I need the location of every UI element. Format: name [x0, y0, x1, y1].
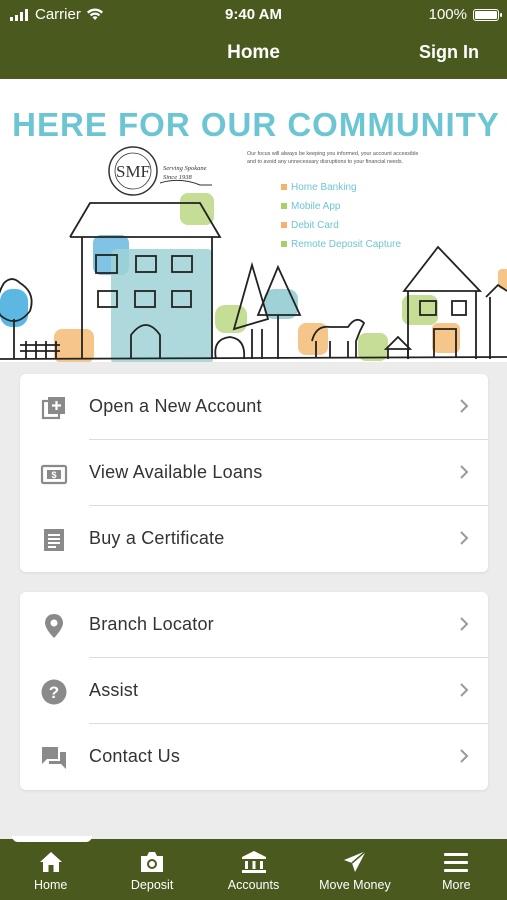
chevron-right-icon [460, 399, 469, 413]
buy-certificate-label: Buy a Certificate [89, 528, 225, 548]
chevron-right-icon [460, 465, 469, 479]
menu-icon [444, 853, 469, 872]
bottom-tab-bar: Home Deposit Accounts Move Money More [0, 839, 507, 900]
status-bar: Carrier 9:40 AM 100% [0, 0, 507, 30]
tab-accounts[interactable]: Accounts [203, 839, 304, 900]
tab-home-label: Home [34, 878, 68, 892]
send-icon [343, 850, 367, 872]
sign-in-button[interactable]: Sign In [419, 42, 479, 63]
tab-deposit-label: Deposit [130, 878, 174, 892]
tab-home[interactable]: Home [0, 839, 101, 900]
buy-certificate-row[interactable]: Buy a Certificate [20, 506, 488, 572]
tab-more-label: More [442, 878, 471, 892]
tab-more[interactable]: More [406, 839, 507, 900]
banner-blurb-2: and to avoid any unnecessary disruptions… [247, 159, 403, 165]
bank-icon [241, 851, 266, 873]
open-new-account-label: Open a New Account [89, 396, 262, 416]
feature-item: Home Banking [291, 182, 357, 193]
view-available-loans-row[interactable]: $ View Available Loans [20, 440, 488, 506]
contact-us-label: Contact Us [89, 746, 181, 766]
certificate-icon [44, 529, 64, 551]
assist-label: Assist [89, 680, 139, 700]
camera-icon [141, 852, 164, 872]
app-header: Carrier 9:40 AM 100% Home Sign In [0, 0, 507, 79]
branch-locator-row[interactable]: Branch Locator [20, 592, 488, 658]
branch-locator-label: Branch Locator [89, 614, 214, 634]
account-actions-card: Open a New Account $ View Available Loan… [20, 374, 488, 572]
chevron-right-icon [460, 749, 469, 763]
logo-text: SMF [116, 162, 150, 181]
chat-icon [42, 747, 66, 769]
support-actions-card: Branch Locator ? Assist Contact Us [20, 592, 488, 790]
battery-percent: 100% [428, 6, 467, 23]
home-icon [39, 852, 62, 872]
location-pin-icon [45, 614, 63, 638]
tab-deposit[interactable]: Deposit [101, 839, 202, 900]
assist-row[interactable]: ? Assist [20, 658, 488, 724]
view-available-loans-label: View Available Loans [89, 462, 263, 482]
active-tab-indicator [12, 836, 92, 842]
feature-list: Home Banking Mobile App Debit Card Remot… [281, 182, 401, 250]
open-new-account-row[interactable]: Open a New Account [20, 374, 488, 440]
money-icon: $ [40, 464, 68, 485]
svg-text:?: ? [49, 683, 59, 702]
tab-move-money-label: Move Money [319, 878, 391, 892]
chevron-right-icon [460, 531, 469, 545]
community-banner: HERE FOR OUR COMMUNITY Our focus will al… [0, 79, 507, 362]
chevron-right-icon [460, 683, 469, 697]
credit-union-logo: SMF [108, 146, 158, 196]
feature-item: Debit Card [291, 220, 339, 231]
add-box-icon [41, 397, 65, 420]
tab-move-money[interactable]: Move Money [304, 839, 405, 900]
feature-item: Mobile App [291, 201, 341, 212]
battery-icon [473, 8, 502, 21]
town-illustration [0, 193, 507, 362]
banner-headline: HERE FOR OUR COMMUNITY [12, 106, 500, 143]
chevron-right-icon [460, 617, 469, 631]
help-icon: ? [41, 679, 67, 705]
feature-item: Remote Deposit Capture [291, 239, 401, 250]
banner-blurb-1: Our focus will always be keeping you inf… [247, 151, 418, 157]
tab-accounts-label: Accounts [227, 878, 280, 892]
svg-text:$: $ [51, 470, 56, 480]
banner-tagline-1: Serving Spokane [163, 165, 207, 172]
contact-us-row[interactable]: Contact Us [20, 724, 488, 790]
